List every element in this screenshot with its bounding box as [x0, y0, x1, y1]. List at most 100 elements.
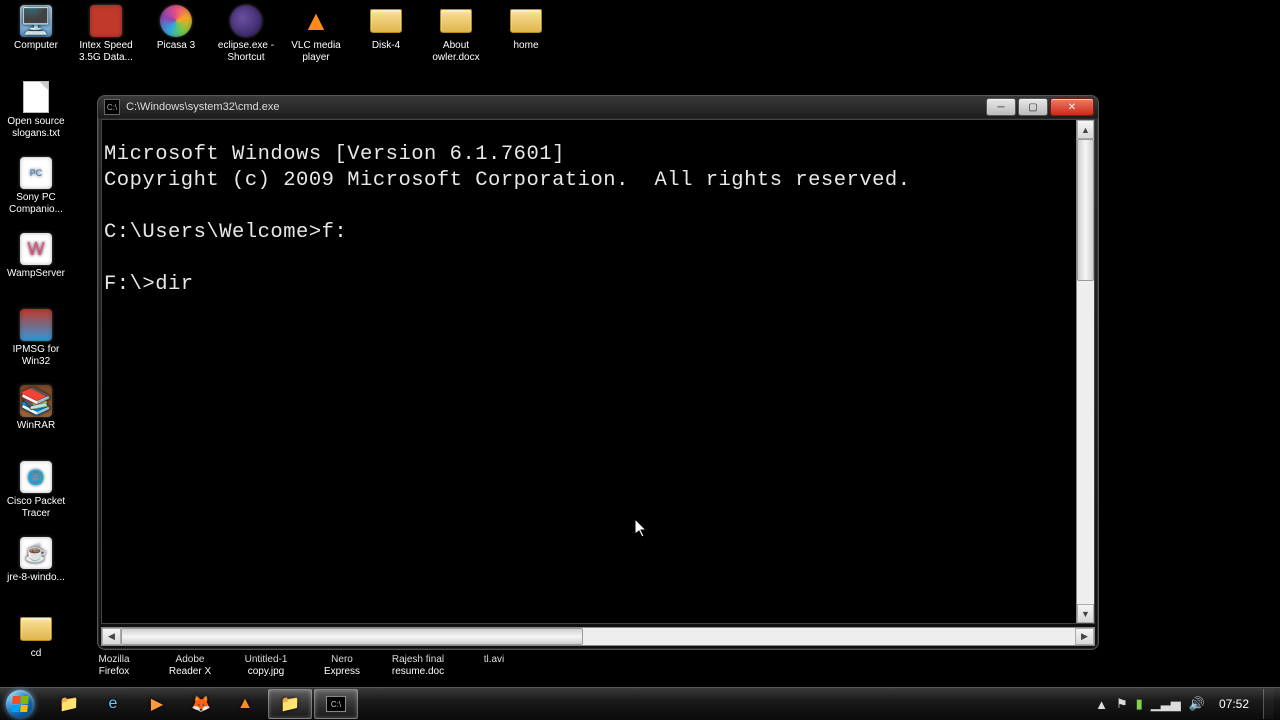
desktop-icon[interactable]: 🌐Cisco Packet Tracer	[2, 460, 70, 520]
picasa-icon	[159, 4, 193, 38]
desktop-icon-label: Sony PC Companio...	[2, 192, 70, 216]
desktop-icon-label: Cisco Packet Tracer	[2, 496, 70, 520]
desktop-icon[interactable]: Open source slogans.txt	[2, 80, 70, 140]
scroll-thumb-h[interactable]	[121, 628, 583, 645]
intex-icon	[89, 4, 123, 38]
taskbar-vlc[interactable]: ▲	[224, 690, 266, 718]
desktop-icon[interactable]: 🖥️ Computer	[2, 4, 70, 52]
ie-icon: e	[109, 695, 118, 713]
taskbar: 📁 e ▶ 🦊 ▲ 📁 C:\ ▲ ⚑ ▮ ▁▃▅ 🔊 07:52	[0, 687, 1280, 720]
cmd-client-area: Microsoft Windows [Version 6.1.7601] Cop…	[101, 119, 1095, 624]
desktop-icon-label: Intex Speed 3.5G Data...	[72, 40, 140, 64]
taskbar-wmp[interactable]: ▶	[136, 690, 178, 718]
show-hidden-icons[interactable]: ▲	[1095, 697, 1108, 712]
desktop-icon[interactable]: About owler.docx	[422, 4, 490, 64]
minimize-button[interactable]: ─	[986, 98, 1016, 116]
vlc-icon: ▲	[237, 695, 253, 713]
desktop-icon-label: jre-8-windo...	[7, 572, 65, 584]
desktop-icon[interactable]: Picasa 3	[142, 4, 210, 52]
folder-icon	[369, 4, 403, 38]
taskbar-clock[interactable]: 07:52	[1213, 697, 1255, 711]
desktop-icon-label: Disk-4	[372, 40, 400, 52]
cmd-icon: C:\	[104, 99, 120, 115]
cmd-window: C:\ C:\Windows\system32\cmd.exe ─ ▢ ✕ Mi…	[97, 95, 1099, 650]
desktop-icon-label: IPMSG for Win32	[2, 344, 70, 368]
cisco-icon: 🌐	[19, 460, 53, 494]
close-button[interactable]: ✕	[1050, 98, 1094, 116]
scroll-right-button[interactable]: ▶	[1075, 628, 1094, 645]
volume-icon[interactable]: 🔊	[1189, 696, 1205, 712]
desktop-icon[interactable]: 📚 WinRAR	[2, 384, 70, 432]
desktop-icon-label: cd	[31, 648, 42, 660]
cmd-output[interactable]: Microsoft Windows [Version 6.1.7601] Cop…	[102, 141, 1076, 603]
folder-icon: 📁	[280, 694, 300, 714]
scroll-up-button[interactable]: ▲	[1077, 120, 1094, 139]
folder-icon	[19, 612, 53, 646]
desktop-icon-label: eclipse.exe - Shortcut	[212, 40, 280, 64]
sony-icon: PC	[19, 156, 53, 190]
firefox-icon: 🦊	[191, 694, 211, 714]
desktop-icon[interactable]: cd	[2, 612, 70, 660]
taskbar-explorer-window[interactable]: 📁	[268, 689, 312, 719]
ipmsg-icon	[19, 308, 53, 342]
desktop-icon[interactable]: eclipse.exe - Shortcut	[212, 4, 280, 64]
horizontal-scrollbar[interactable]: ◀ ▶	[101, 627, 1095, 646]
desktop-icon-label[interactable]: tl.avi	[464, 654, 524, 678]
desktop-icon-label: Open source slogans.txt	[2, 116, 70, 140]
folder-icon	[509, 4, 543, 38]
scroll-thumb-v[interactable]	[1077, 139, 1094, 281]
windows-logo-icon	[11, 696, 29, 712]
scroll-track-v[interactable]	[1077, 139, 1094, 604]
file-icon	[19, 80, 53, 114]
cmd-icon: C:\	[326, 696, 346, 712]
taskbar-ie[interactable]: e	[92, 690, 134, 718]
winrar-icon: 📚	[19, 384, 53, 418]
desktop-icon-label: Picasa 3	[157, 40, 195, 52]
system-tray: ▲ ⚑ ▮ ▁▃▅ 🔊 07:52	[1095, 689, 1280, 719]
start-button[interactable]	[0, 688, 40, 720]
taskbar-firefox[interactable]: 🦊	[180, 690, 222, 718]
battery-icon[interactable]: ▮	[1136, 696, 1143, 712]
taskbar-explorer[interactable]: 📁	[48, 690, 90, 718]
folder-icon	[439, 4, 473, 38]
desktop-icon[interactable]: home	[492, 4, 560, 52]
desktop-icon[interactable]: Disk-4	[352, 4, 420, 52]
vlc-icon: ▲	[299, 4, 333, 38]
vertical-scrollbar[interactable]: ▲ ▼	[1076, 120, 1094, 623]
media-icon: ▶	[151, 694, 163, 714]
java-icon: ☕	[19, 536, 53, 570]
computer-icon: 🖥️	[19, 4, 53, 38]
network-icon[interactable]: ▁▃▅	[1151, 696, 1181, 712]
desktop-icon-label: WinRAR	[17, 420, 55, 432]
desktop-icon-label: home	[513, 40, 538, 52]
show-desktop-button[interactable]	[1263, 689, 1274, 719]
desktop-icon[interactable]: IPMSG for Win32	[2, 308, 70, 368]
scroll-down-button[interactable]: ▼	[1077, 604, 1094, 623]
desktop-icon-label[interactable]: Adobe Reader X	[160, 654, 220, 678]
action-center-icon[interactable]: ⚑	[1116, 696, 1128, 712]
desktop-icon[interactable]: ▲VLC media player	[282, 4, 350, 64]
desktop-icon[interactable]: W WampServer	[2, 232, 70, 280]
desktop-icon[interactable]: Intex Speed 3.5G Data...	[72, 4, 140, 64]
desktop-icon-label[interactable]: Mozilla Firefox	[84, 654, 144, 678]
taskbar-pinned: 📁 e ▶ 🦊 ▲ 📁 C:\	[48, 689, 358, 719]
desktop-icon-label[interactable]: Rajesh final resume.doc	[388, 654, 448, 678]
desktop-icon[interactable]: PCSony PC Companio...	[2, 156, 70, 216]
folder-icon: 📁	[59, 694, 79, 714]
maximize-button[interactable]: ▢	[1018, 98, 1048, 116]
wamp-icon: W	[19, 232, 53, 266]
cmd-titlebar[interactable]: C:\ C:\Windows\system32\cmd.exe ─ ▢ ✕	[98, 96, 1098, 118]
desktop-icon-label: About owler.docx	[422, 40, 490, 64]
desktop-icon-label: Computer	[14, 40, 58, 52]
desktop-icon-label[interactable]: Untitled-1 copy.jpg	[236, 654, 296, 678]
scroll-left-button[interactable]: ◀	[102, 628, 121, 645]
desktop-icon[interactable]: ☕ jre-8-windo...	[2, 536, 70, 584]
eclipse-icon	[229, 4, 263, 38]
desktop-icon-label: WampServer	[7, 268, 65, 280]
desktop-icon-label[interactable]: Nero Express	[312, 654, 372, 678]
taskbar-cmd-window[interactable]: C:\	[314, 689, 358, 719]
cmd-title: C:\Windows\system32\cmd.exe	[126, 101, 279, 113]
desktop-bottom-row-labels: Mozilla Firefox Adobe Reader X Untitled-1 …	[84, 654, 524, 678]
scroll-track-h[interactable]	[121, 628, 1075, 645]
desktop-icon-label: VLC media player	[282, 40, 350, 64]
